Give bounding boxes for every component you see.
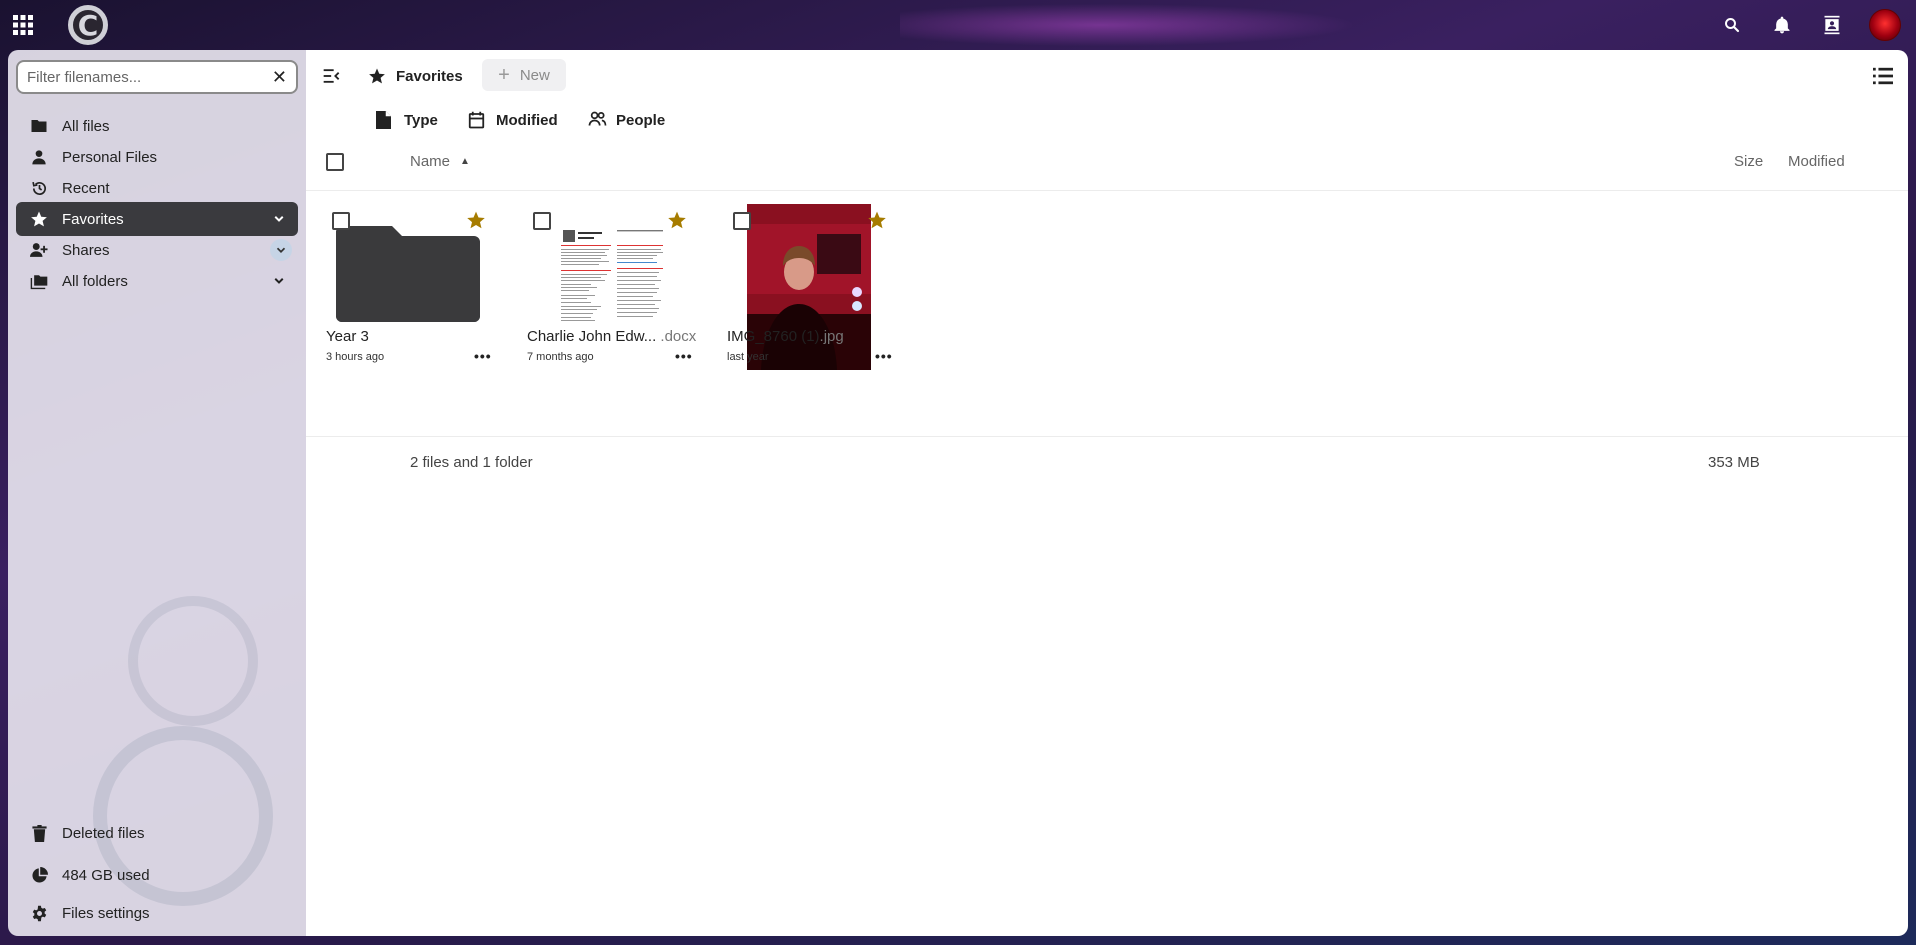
storage-usage-label: 484 GB used — [62, 866, 150, 884]
file-icon — [376, 111, 394, 129]
column-header-modified[interactable]: Modified — [1788, 153, 1845, 170]
file-extension: .jpg — [819, 328, 844, 345]
new-button-label: New — [519, 66, 550, 84]
top-bar: C — [0, 0, 1916, 50]
chevron-down-icon[interactable] — [270, 272, 288, 290]
trash-icon — [30, 824, 48, 842]
total-size: 353 MB — [1708, 454, 1760, 471]
image-preview — [747, 204, 871, 370]
contacts-icon[interactable] — [1820, 0, 1844, 50]
divider — [306, 436, 1908, 437]
select-all-checkbox[interactable] — [326, 153, 344, 171]
file-modified: last year — [727, 351, 769, 363]
file-extension: .docx — [656, 328, 697, 345]
filter-type-button[interactable]: Type — [376, 108, 438, 132]
favorite-star-icon[interactable] — [667, 210, 689, 232]
filter-filenames-field[interactable]: ✕ — [16, 60, 298, 94]
file-checkbox[interactable] — [332, 212, 350, 230]
plus-icon: + — [498, 63, 510, 86]
files-settings-button[interactable]: Files settings — [16, 896, 298, 930]
column-header-size[interactable]: Size — [1734, 153, 1763, 170]
main-content: Favorites + New Type Modified People Nam… — [306, 50, 1908, 936]
file-modified: 3 hours ago — [326, 351, 385, 363]
header-background — [900, 0, 1400, 50]
file-checkbox[interactable] — [533, 212, 551, 230]
file-name[interactable]: Charlie John Edw... .docx — [527, 328, 705, 345]
new-button[interactable]: + New — [482, 59, 566, 91]
sidebar-item-all-folders[interactable]: All folders — [16, 264, 298, 298]
sidebar-item-all-files[interactable]: All files — [16, 109, 298, 143]
folder-icon — [336, 226, 480, 322]
history-icon — [30, 179, 48, 197]
chevron-down-icon[interactable] — [270, 210, 288, 228]
sidebar-item-label: Files settings — [62, 904, 150, 922]
filter-label: Modified — [496, 111, 558, 129]
sidebar-item-label: Personal Files — [62, 148, 158, 166]
bell-icon[interactable] — [1770, 0, 1794, 50]
file-name-base: IMG_8760 (1) — [727, 328, 820, 345]
filter-label: Type — [404, 111, 438, 129]
filter-filenames-input[interactable] — [27, 68, 257, 86]
search-icon[interactable] — [1720, 0, 1744, 50]
logo-letter: C — [68, 5, 108, 45]
more-actions-icon[interactable]: ••• — [675, 348, 693, 364]
sidebar-item-label: Recent — [62, 179, 110, 197]
list-view-icon[interactable] — [1872, 66, 1894, 86]
sidebar-item-shares[interactable]: Shares — [16, 233, 298, 267]
file-name-base: Charlie John Edw... — [527, 328, 657, 345]
breadcrumb[interactable]: Favorites — [368, 64, 463, 88]
filter-people-button[interactable]: People — [588, 108, 665, 132]
sidebar-item-personal-files[interactable]: Personal Files — [16, 140, 298, 174]
sidebar: ✕ All files Personal Files Recent Favori… — [8, 50, 306, 936]
apps-grid-icon[interactable] — [10, 0, 36, 50]
file-tile-year-3[interactable]: Year 3 3 hours ago ••• — [326, 204, 506, 374]
sidebar-item-label: All folders — [62, 272, 128, 290]
filter-label: People — [616, 111, 666, 129]
folders-icon — [30, 272, 48, 290]
favorite-star-icon[interactable] — [466, 210, 488, 232]
files-summary: 2 files and 1 folder — [410, 454, 533, 471]
column-header-name[interactable]: Name ▲ — [410, 153, 470, 170]
sort-ascending-icon: ▲ — [460, 156, 470, 167]
sidebar-item-deleted-files[interactable]: Deleted files — [16, 816, 298, 850]
storage-usage[interactable]: 484 GB used — [16, 858, 298, 892]
file-modified: 7 months ago — [527, 351, 594, 363]
breadcrumb-label: Favorites — [396, 67, 463, 85]
file-tile-image[interactable]: IMG_8760 (1).jpg last year ••• — [727, 204, 907, 374]
sidebar-item-label: All files — [62, 117, 110, 135]
folder-icon — [30, 117, 48, 135]
file-name[interactable]: Year 3 — [326, 328, 504, 345]
avatar[interactable] — [1868, 0, 1902, 50]
person-icon — [30, 148, 48, 166]
clear-filter-icon[interactable]: ✕ — [272, 68, 287, 86]
filter-modified-button[interactable]: Modified — [468, 108, 558, 132]
sidebar-item-favorites[interactable]: Favorites — [16, 202, 298, 236]
more-actions-icon[interactable]: ••• — [875, 348, 893, 364]
calendar-icon — [468, 111, 486, 129]
star-icon — [368, 67, 386, 85]
star-icon — [30, 210, 48, 228]
sidebar-item-recent[interactable]: Recent — [16, 171, 298, 205]
file-name[interactable]: IMG_8760 (1).jpg — [727, 328, 905, 345]
sidebar-item-label: Deleted files — [62, 824, 145, 842]
sidebar-item-label: Favorites — [62, 210, 124, 228]
file-tile-document[interactable]: Charlie John Edw... .docx 7 months ago •… — [527, 204, 707, 374]
chevron-down-icon[interactable] — [270, 239, 292, 261]
sidebar-item-label: Shares — [62, 241, 110, 259]
more-actions-icon[interactable]: ••• — [474, 348, 492, 364]
favorite-star-icon[interactable] — [867, 210, 889, 232]
file-name-base: Year 3 — [326, 328, 369, 345]
sidebar-background-decoration — [128, 596, 258, 726]
divider — [306, 190, 1908, 191]
people-icon — [588, 111, 607, 129]
share-icon — [30, 241, 48, 259]
toggle-navigation-icon[interactable] — [322, 66, 342, 86]
column-header-label: Name — [410, 153, 451, 170]
logo[interactable]: C — [66, 0, 110, 50]
document-preview — [555, 224, 671, 328]
file-checkbox[interactable] — [733, 212, 751, 230]
gear-icon — [30, 904, 48, 922]
pie-chart-icon — [30, 866, 48, 884]
